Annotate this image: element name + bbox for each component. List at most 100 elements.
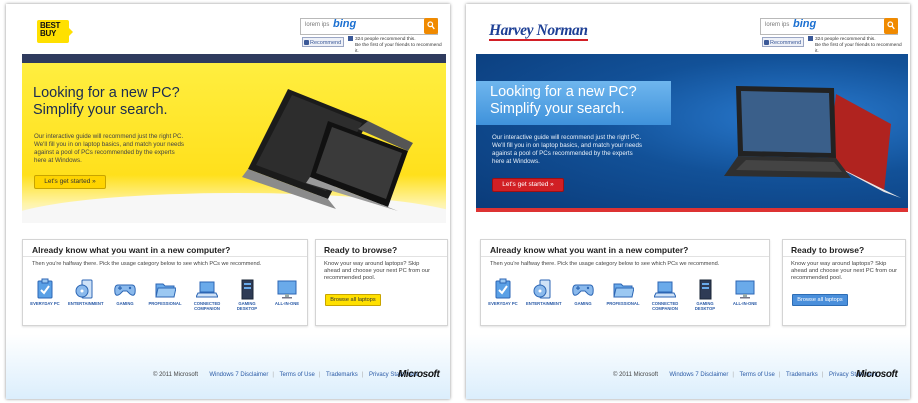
recommend-label: Recommend — [770, 40, 802, 46]
category-everyday-pc[interactable]: EVERYDAY PC — [486, 278, 520, 306]
hero-banner: Looking for a new PC? Simplify your sear… — [476, 54, 908, 212]
get-started-button[interactable]: Let's get started » — [34, 175, 106, 189]
category-label: GAMING — [574, 301, 592, 306]
monitor-icon — [277, 280, 297, 299]
trademarks-link[interactable]: Trademarks — [326, 372, 358, 378]
hero-title-line2: Simplify your search. — [490, 101, 625, 117]
header: Harvey Norman lorem ips bing Recommend 3… — [466, 4, 910, 56]
category-label: ENTERTAINMENT — [526, 301, 562, 306]
search-input[interactable]: lorem ips — [305, 22, 329, 28]
laptop-image — [724, 86, 901, 198]
gamepad-icon — [572, 284, 594, 296]
hero-title: Looking for a new PC? Simplify your sear… — [490, 84, 637, 118]
windows7-disclaimer-link[interactable]: Windows 7 Disclaimer — [669, 372, 728, 378]
recommend-button[interactable]: Recommend — [762, 37, 804, 47]
trademarks-link[interactable]: Trademarks — [786, 372, 818, 378]
divider — [481, 256, 769, 257]
category-label: CONNECTED COMPANION — [193, 301, 221, 311]
bing-logo: bing — [333, 18, 357, 30]
fb-count-text: 324 people recommend this. — [815, 37, 876, 42]
search-box[interactable]: lorem ips bing — [300, 18, 438, 35]
search-icon — [427, 21, 435, 30]
category-label: EVERYDAY PC — [488, 301, 518, 306]
bestbuy-logo[interactable]: BEST BUY — [37, 20, 73, 43]
category-entertainment[interactable]: ENTERTAINMENT — [526, 278, 562, 306]
gamepad-icon — [114, 284, 136, 296]
search-button[interactable] — [424, 18, 438, 34]
fb-count-text: 324 people recommend this. — [355, 37, 416, 42]
category-icons: EVERYDAY PC ENTERTAINMENT GAMING PROFESS… — [486, 278, 766, 318]
category-professional[interactable]: PROFESSIONAL — [148, 278, 182, 306]
category-label: PROFESSIONAL — [606, 301, 640, 306]
categories-description: Then you're halfway there. Pick the usag… — [490, 261, 720, 267]
tower-icon — [241, 279, 254, 300]
category-label: ALL-IN-ONE — [732, 301, 758, 306]
browse-all-laptops-button[interactable]: Browse all laptops — [792, 294, 848, 306]
categories-section: Already know what you want in a new comp… — [22, 239, 308, 326]
footer-links: © 2011 Microsoft Windows 7 Disclaimer | T… — [153, 372, 418, 378]
search-button[interactable] — [884, 18, 898, 34]
category-everyday-pc[interactable]: EVERYDAY PC — [28, 278, 62, 306]
category-icons: EVERYDAY PC ENTERTAINMENT GAMING PROFESS… — [28, 278, 308, 318]
categories-title: Already know what you want in a new comp… — [490, 245, 689, 255]
categories-title: Already know what you want in a new comp… — [32, 245, 231, 255]
hero-description: Our interactive guide will recommend jus… — [34, 133, 184, 164]
windows7-disclaimer-link[interactable]: Windows 7 Disclaimer — [209, 372, 268, 378]
divider — [316, 256, 447, 257]
browse-description: Know your way around laptops? Skip ahead… — [791, 261, 898, 282]
divider — [23, 256, 307, 257]
category-gaming[interactable]: GAMING — [108, 278, 142, 306]
nav-strip — [22, 54, 446, 63]
browse-title: Ready to browse? — [791, 245, 865, 255]
laptop-icon — [654, 281, 676, 298]
thumbs-up-icon — [764, 40, 769, 45]
bestbuy-logo-text: BEST BUY — [40, 21, 61, 38]
harveynorman-page: Harvey Norman lorem ips bing Recommend 3… — [466, 4, 910, 399]
header: BEST BUY lorem ips bing Recommend 324 pe… — [6, 4, 450, 56]
laptop-image — [242, 89, 413, 211]
footer-bg — [6, 334, 450, 399]
category-all-in-one[interactable]: ALL-IN-ONE — [270, 278, 304, 306]
bestbuy-page: BEST BUY lorem ips bing Recommend 324 pe… — [6, 4, 450, 399]
microsoft-logo[interactable]: Microsoft — [856, 369, 898, 380]
thumbs-up-icon — [304, 40, 309, 45]
facebook-icon — [348, 36, 353, 41]
recommend-label: Recommend — [310, 40, 342, 46]
category-professional[interactable]: PROFESSIONAL — [606, 278, 640, 306]
category-label: CONNECTED COMPANION — [651, 301, 679, 311]
browse-all-laptops-button[interactable]: Browse all laptops — [325, 294, 381, 306]
get-started-button[interactable]: Let's get started » — [492, 178, 564, 192]
terms-of-use-link[interactable]: Terms of Use — [279, 372, 314, 378]
category-entertainment[interactable]: ENTERTAINMENT — [68, 278, 104, 306]
category-label: GAMING DESKTOP — [236, 301, 258, 311]
logo-tag-shape — [68, 27, 73, 37]
media-icon — [75, 279, 93, 299]
facebook-social-text: 324 people recommend this. Be the first … — [808, 36, 904, 55]
category-gaming-desktop[interactable]: GAMING DESKTOP — [230, 278, 264, 311]
category-connected-companion[interactable]: CONNECTED COMPANION — [190, 278, 224, 311]
categories-description: Then you're halfway there. Pick the usag… — [32, 261, 262, 267]
terms-of-use-link[interactable]: Terms of Use — [739, 372, 774, 378]
search-box[interactable]: lorem ips bing — [760, 18, 898, 35]
tower-icon — [699, 279, 712, 300]
monitor-icon — [735, 280, 755, 299]
footer-bg — [466, 334, 910, 399]
harveynorman-logo[interactable]: Harvey Norman — [489, 22, 588, 41]
microsoft-logo[interactable]: Microsoft — [398, 369, 440, 380]
category-gaming-desktop[interactable]: GAMING DESKTOP — [688, 278, 722, 311]
categories-section: Already know what you want in a new comp… — [480, 239, 770, 326]
recommend-button[interactable]: Recommend — [302, 37, 344, 47]
footer-links: © 2011 Microsoft Windows 7 Disclaimer | T… — [613, 372, 878, 378]
category-connected-companion[interactable]: CONNECTED COMPANION — [648, 278, 682, 311]
category-label: GAMING — [116, 301, 134, 306]
search-input[interactable]: lorem ips — [765, 22, 789, 28]
category-all-in-one[interactable]: ALL-IN-ONE — [728, 278, 762, 306]
hero-banner: Looking for a new PC? Simplify your sear… — [22, 63, 446, 223]
browse-title: Ready to browse? — [324, 245, 398, 255]
category-gaming[interactable]: GAMING — [566, 278, 600, 306]
copyright-text: © 2011 Microsoft — [153, 372, 198, 378]
category-label: PROFESSIONAL — [148, 301, 182, 306]
folder-icon — [613, 283, 634, 298]
hero-title-line1: Looking for a new PC? — [33, 85, 180, 101]
media-icon — [533, 279, 551, 299]
